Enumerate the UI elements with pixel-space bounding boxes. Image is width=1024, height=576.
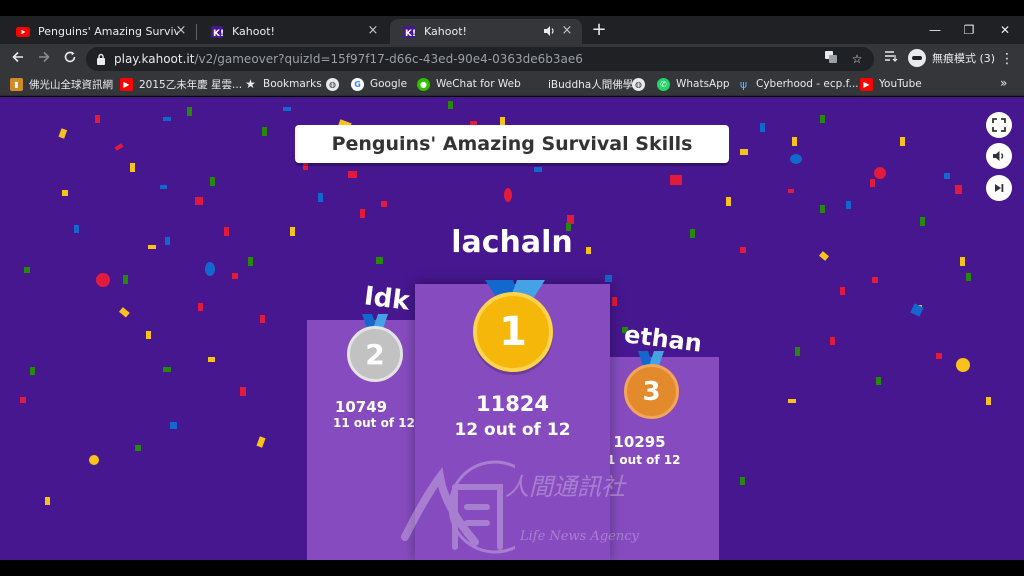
- close-window-button[interactable]: ✕: [990, 20, 1020, 40]
- bookmarks-bar: ▮ 佛光山全球資訊網 ▶ 2015乙未年慶 星雲... ★ Bookmarks …: [0, 72, 1024, 96]
- address-bar[interactable]: play.kahoot.it/v2/gameover?quizId=15f97f…: [86, 47, 874, 71]
- bookmark-fgs[interactable]: ▮ 佛光山全球資訊網: [10, 76, 113, 92]
- tab-close-icon[interactable]: ×: [366, 24, 380, 38]
- translate-icon[interactable]: [822, 50, 840, 68]
- second-place-score: 10749: [334, 398, 388, 416]
- bookmark-label: YouTube: [879, 78, 922, 90]
- gold-medal: 1: [473, 292, 553, 372]
- bookmark-youtube[interactable]: ▶ YouTube: [860, 76, 922, 92]
- tab-kahoot-active[interactable]: K! Kahoot! ×: [390, 19, 582, 44]
- bookmark-cyberhood[interactable]: ψ Cyberhood - ecp.f...: [737, 76, 859, 92]
- bookmark-bookmarks[interactable]: ★ Bookmarks: [244, 76, 322, 92]
- globe-icon: ◍: [326, 77, 339, 91]
- tab-title: Kahoot!: [232, 25, 275, 38]
- url-text: play.kahoot.it/v2/gameover?quizId=15f97f…: [114, 52, 583, 66]
- kahoot-icon: K!: [402, 25, 416, 39]
- youtube-icon: ▶: [860, 77, 873, 91]
- bookmark-label: WeChat for Web: [436, 78, 521, 90]
- kahoot-podium-page: Penguins' Amazing Survival Skills lachal…: [0, 97, 1024, 560]
- first-place-correct: 12 out of 12: [454, 420, 571, 440]
- more-bookmarks-button[interactable]: »: [1000, 76, 1007, 90]
- fullscreen-button[interactable]: [986, 112, 1012, 138]
- bookmark-youtube-video[interactable]: ▶ 2015乙未年慶 星雲...: [120, 76, 242, 92]
- tab-youtube[interactable]: Penguins' Amazing Survival Skills ×: [4, 19, 196, 44]
- bottom-black-strip: [0, 560, 1024, 576]
- browser-toolbar: play.kahoot.it/v2/gameover?quizId=15f97f…: [0, 44, 1024, 72]
- tab-close-icon[interactable]: ×: [560, 24, 574, 38]
- bookmark-label: Google: [370, 78, 408, 90]
- svg-text:K!: K!: [405, 29, 415, 38]
- bookmark-label: 佛光山全球資訊網: [29, 78, 113, 91]
- back-button[interactable]: [7, 48, 29, 70]
- whatsapp-icon: ✆: [657, 77, 670, 91]
- tab-kahoot[interactable]: K! Kahoot! ×: [198, 19, 388, 44]
- quiz-title: Penguins' Amazing Survival Skills: [295, 125, 729, 163]
- lock-icon: [97, 53, 105, 65]
- bookmark-label: Bookmarks: [263, 78, 322, 90]
- profile-label: 無痕模式 (3): [932, 52, 996, 65]
- bookmark-label: iBuddha人間佛學: [548, 78, 634, 91]
- tab-bar: Penguins' Amazing Survival Skills × K! K…: [0, 16, 1024, 44]
- bookmark-label: Cyberhood - ecp.f...: [756, 78, 859, 90]
- watermark-chinese: 人間通訊社: [505, 473, 625, 501]
- incognito-profile-button[interactable]: 無痕模式 (3): [908, 47, 995, 69]
- bookmark-wechat[interactable]: ● WeChat for Web: [417, 76, 521, 92]
- site-icon: [529, 78, 542, 91]
- speaker-icon[interactable]: [542, 24, 556, 38]
- silver-medal: 2: [347, 326, 403, 382]
- tab-close-icon[interactable]: ×: [174, 24, 188, 38]
- browser-menu-button[interactable]: ⋮: [998, 48, 1016, 70]
- top-black-strip: [0, 0, 1024, 16]
- svg-text:K!: K!: [213, 29, 223, 38]
- url-path: /v2/gameover?quizId=15f97f17-d66c-43ed-9…: [194, 52, 583, 66]
- forward-button[interactable]: [33, 48, 55, 70]
- google-icon: G: [351, 77, 364, 91]
- reading-list-icon[interactable]: [882, 48, 900, 68]
- incognito-icon: [908, 49, 926, 67]
- bookmark-label: 2015乙未年慶 星雲...: [139, 78, 243, 91]
- minimize-button[interactable]: —: [920, 20, 950, 40]
- fullscreen-icon: [992, 118, 1006, 132]
- bookmark-star-icon[interactable]: ☆: [848, 50, 866, 68]
- antenna-icon: ψ: [739, 77, 748, 91]
- new-tab-button[interactable]: +: [590, 20, 608, 40]
- watermark-logo-icon: [401, 460, 542, 554]
- bookmark-whatsapp[interactable]: ✆ WhatsApp: [657, 76, 730, 92]
- bronze-medal: 3: [624, 364, 679, 419]
- speaker-icon: [993, 151, 1004, 161]
- skip-button[interactable]: [986, 175, 1012, 201]
- bookmark-globe[interactable]: ◍: [326, 76, 345, 92]
- wechat-icon: ●: [417, 77, 430, 91]
- tab-divider: [196, 24, 197, 40]
- url-host: play.kahoot.it: [114, 52, 195, 66]
- watermark-english: Life News Agency: [520, 529, 639, 544]
- youtube-icon: [16, 25, 30, 39]
- forward-arrow-icon: [39, 51, 50, 63]
- bookmark-ibuddha[interactable]: iBuddha人間佛學: [529, 76, 633, 92]
- youtube-icon: ▶: [120, 77, 133, 91]
- kahoot-icon: K!: [210, 25, 224, 39]
- tab-title: Kahoot!: [424, 25, 467, 38]
- bookmark-label: WhatsApp: [676, 78, 730, 90]
- bookmark-globe-2[interactable]: ◍: [632, 76, 651, 92]
- restore-button[interactable]: ❐: [954, 20, 984, 40]
- second-place-name: Idk: [362, 281, 412, 317]
- bookmark-site-icon: ▮: [10, 77, 23, 91]
- first-place-name: lachaln: [451, 225, 573, 260]
- news-agency-watermark: 人間通訊社 Life News Agency: [395, 457, 655, 557]
- back-arrow-icon: [12, 51, 23, 63]
- star-icon: ★: [245, 77, 256, 91]
- globe-icon: ◍: [632, 77, 645, 91]
- bookmark-google[interactable]: G Google: [351, 76, 407, 92]
- third-place-name: ethan: [622, 320, 704, 358]
- first-place-score: 11824: [475, 392, 550, 416]
- reload-icon: [64, 51, 76, 63]
- tab-title: Penguins' Amazing Survival Skills: [38, 25, 178, 38]
- sound-button[interactable]: [986, 143, 1012, 169]
- skip-next-icon: [995, 184, 1004, 192]
- reload-button[interactable]: [59, 48, 81, 70]
